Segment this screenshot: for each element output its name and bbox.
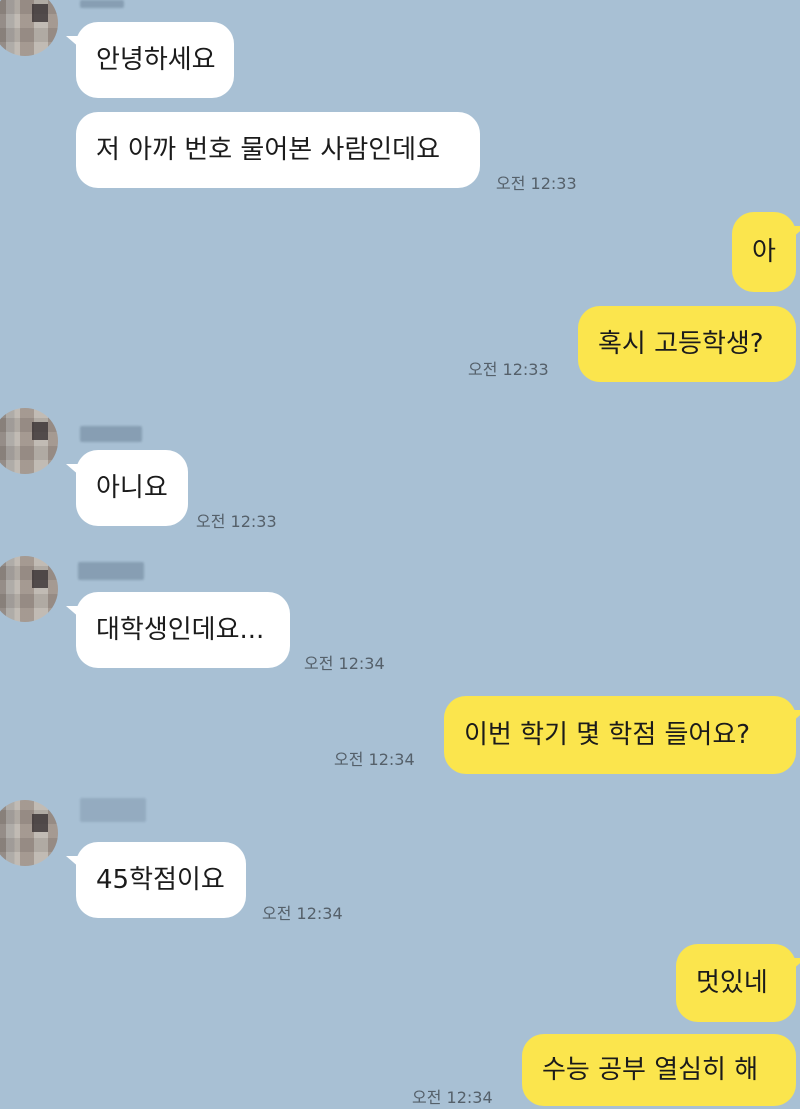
message-timestamp: 오전 12:34 (412, 1088, 493, 1107)
sender-name (80, 426, 142, 442)
message-bubble-outgoing[interactable]: 혹시 고등학생? (578, 306, 796, 382)
sender-name (80, 0, 124, 8)
avatar[interactable] (0, 0, 58, 56)
sender-name (78, 562, 144, 580)
message-bubble-incoming[interactable]: 안녕하세요 (66, 22, 234, 98)
message-bubble-incoming[interactable]: 대학생인데요... (66, 592, 290, 668)
message-timestamp: 오전 12:33 (196, 512, 277, 531)
message-bubble-incoming[interactable]: 아니요 (66, 450, 188, 526)
message-bubble-outgoing[interactable]: 멋있네 (676, 944, 800, 1022)
avatar[interactable] (0, 408, 58, 474)
avatar[interactable] (0, 800, 58, 866)
avatar[interactable] (0, 556, 58, 622)
message-bubble-incoming[interactable]: 45학점이요 (66, 842, 246, 918)
sender-name (80, 798, 146, 822)
message-timestamp: 오전 12:34 (304, 654, 385, 673)
message-bubble-outgoing[interactable]: 아 (732, 212, 800, 292)
message-bubble-outgoing[interactable]: 이번 학기 몇 학점 들어요? (444, 696, 800, 774)
message-timestamp: 오전 12:33 (468, 360, 549, 379)
message-timestamp: 오전 12:34 (262, 904, 343, 923)
message-timestamp: 오전 12:34 (334, 750, 415, 769)
message-bubble-incoming[interactable]: 저 아까 번호 물어본 사람인데요 (76, 112, 480, 188)
message-timestamp: 오전 12:33 (496, 174, 577, 193)
message-bubble-outgoing[interactable]: 수능 공부 열심히 해 (522, 1034, 796, 1106)
